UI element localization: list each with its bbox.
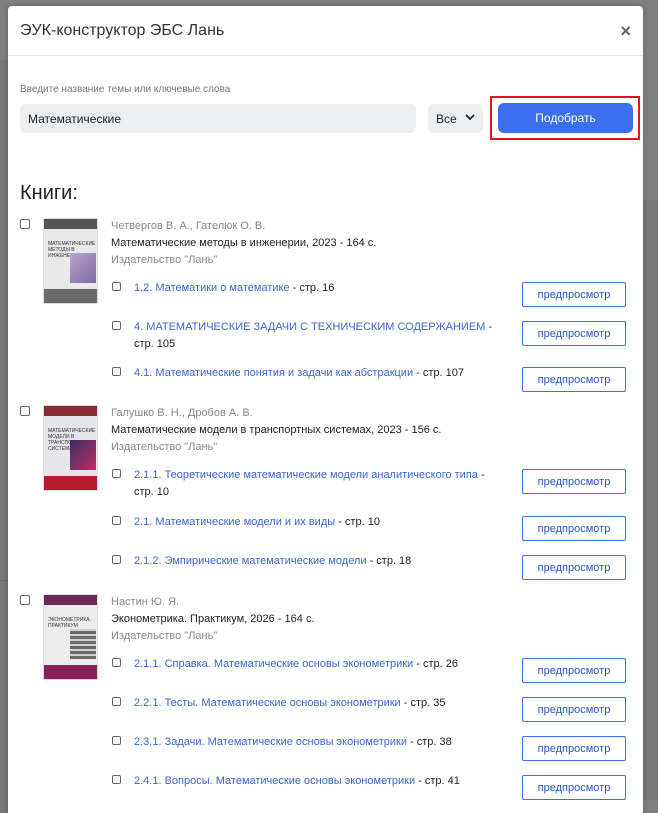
eyk-constructor-modal: ЭУК-конструктор ЭБС Лань × Введите назва… (8, 6, 643, 813)
preview-button[interactable]: предпросмотр (522, 775, 626, 800)
book-authors: Четвергов В. А., Гателюк О. В. (111, 220, 266, 232)
book-cover[interactable]: Эконометрика. Практикум (43, 594, 98, 680)
preview-button[interactable]: предпросмотр (522, 469, 626, 494)
preview-button[interactable]: предпросмотр (522, 658, 626, 683)
chapter-text: 2.1. Математические модели и их виды - с… (134, 514, 502, 531)
chapter-link[interactable]: 2.1.1. Теоретические математические моде… (134, 469, 478, 481)
book-checkbox[interactable] (20, 595, 30, 605)
preview-button[interactable]: предпросмотр (522, 697, 626, 722)
preview-button[interactable]: предпросмотр (522, 367, 626, 392)
pick-button[interactable]: Подобрать (498, 103, 633, 133)
book-meta: Галушко В. Н., Дробов А. В. Математическ… (111, 405, 441, 456)
modal-header: ЭУК-конструктор ЭБС Лань × (8, 6, 643, 56)
book-checkbox[interactable] (20, 406, 30, 416)
chapter-checkbox[interactable] (112, 775, 121, 784)
chapter-checkbox[interactable] (112, 516, 121, 525)
chapter-checkbox[interactable] (112, 469, 121, 478)
book-publisher: Издательство "Лань" (111, 254, 218, 266)
chapter-text: 2.1.1. Справка. Математические основы эк… (134, 656, 502, 673)
modal-title: ЭУК-конструктор ЭБС Лань (20, 21, 225, 39)
chapter-text: 2.2.1. Тесты. Математические основы экон… (134, 695, 502, 712)
scope-select-value: Все (436, 111, 457, 126)
cover-title: Эконометрика. Практикум (48, 617, 91, 629)
chapter-text: 4.1. Математические понятия и задачи как… (134, 365, 502, 382)
chapter-page: - стр. 16 (289, 282, 335, 294)
chapter-link[interactable]: 4.1. Математические понятия и задачи как… (134, 367, 413, 379)
book-cover[interactable]: Математические модели в транспортных сис… (43, 405, 98, 491)
chapter-link[interactable]: 2.2.1. Тесты. Математические основы экон… (134, 697, 401, 709)
book-checkbox[interactable] (20, 219, 30, 229)
chapter-text: 4. МАТЕМАТИЧЕСКИЕ ЗАДАЧИ С ТЕХНИЧЕСКИМ С… (134, 319, 502, 353)
chapter-text: 1.2. Математики о математике - стр. 16 (134, 280, 502, 297)
preview-button[interactable]: предпросмотр (522, 516, 626, 541)
chapter-page: - стр. 18 (366, 555, 412, 567)
chapter-page: - стр. 38 (406, 736, 452, 748)
chapter-page: - стр. 41 (415, 775, 460, 787)
book-authors: Галушко В. Н., Дробов А. В. (111, 407, 253, 419)
background-divider (0, 580, 8, 581)
chapter-page: - стр. 35 (400, 697, 446, 709)
preview-button[interactable]: предпросмотр (522, 555, 626, 580)
chapter-page: - стр. 10 (335, 516, 380, 528)
background-page (0, 60, 8, 813)
search-input[interactable] (20, 104, 416, 133)
chapter-link[interactable]: 1.2. Математики о математике (134, 282, 290, 294)
chapter-checkbox[interactable] (112, 658, 121, 667)
chapter-link[interactable]: 2.4.1. Вопросы. Математические основы эк… (134, 775, 415, 787)
chapter-text: 2.4.1. Вопросы. Математические основы эк… (134, 773, 502, 790)
chapter-checkbox[interactable] (112, 367, 121, 376)
chapter-link[interactable]: 2.1.1. Справка. Математические основы эк… (134, 658, 413, 670)
books-heading: Книги: (20, 182, 78, 204)
chapter-text: 2.3.1. Задачи. Математические основы эко… (134, 734, 502, 751)
book-title: Математические модели в транспортных сис… (111, 424, 442, 436)
search-label: Введите название темы или ключевые слова (20, 84, 231, 95)
chapter-link[interactable]: 2.1. Математические модели и их виды (134, 516, 335, 528)
close-icon[interactable]: × (620, 22, 631, 40)
book-publisher: Издательство "Лань" (111, 441, 218, 453)
book-meta: Четвергов В. А., Гателюк О. В. Математич… (111, 218, 376, 269)
chevron-down-icon (465, 113, 475, 124)
book-cover[interactable]: Математические методы в инженерии (43, 218, 98, 304)
chapter-link[interactable]: 2.3.1. Задачи. Математические основы эко… (134, 736, 407, 748)
chapter-page: - стр. 107 (413, 367, 465, 379)
book-publisher: Издательство "Лань" (111, 630, 218, 642)
preview-button[interactable]: предпросмотр (522, 736, 626, 761)
book-authors: Настин Ю. Я. (111, 596, 180, 608)
book-meta: Настин Ю. Я. Эконометрика. Практикум, 20… (111, 594, 315, 645)
preview-button[interactable]: предпросмотр (522, 282, 626, 307)
book-title: Математические методы в инженерии, 2023 … (111, 237, 377, 249)
chapter-checkbox[interactable] (112, 555, 121, 564)
chapter-text: 2.1.2. Эмпирические математические модел… (134, 553, 502, 570)
background-page-right (642, 200, 658, 800)
chapter-checkbox[interactable] (112, 282, 121, 291)
book-title: Эконометрика. Практикум, 2026 - 164 с. (111, 613, 315, 625)
chapter-checkbox[interactable] (112, 697, 121, 706)
chapter-checkbox[interactable] (112, 321, 121, 330)
chapter-link[interactable]: 4. МАТЕМАТИЧЕСКИЕ ЗАДАЧИ С ТЕХНИЧЕСКИМ С… (134, 321, 485, 333)
chapter-text: 2.1.1. Теоретические математические моде… (134, 467, 502, 501)
chapter-page: - стр. 26 (413, 658, 458, 670)
chapter-link[interactable]: 2.1.2. Эмпирические математические модел… (134, 555, 367, 567)
preview-button[interactable]: предпросмотр (522, 321, 626, 346)
scope-select[interactable]: Все (428, 104, 483, 133)
chapter-checkbox[interactable] (112, 736, 121, 745)
